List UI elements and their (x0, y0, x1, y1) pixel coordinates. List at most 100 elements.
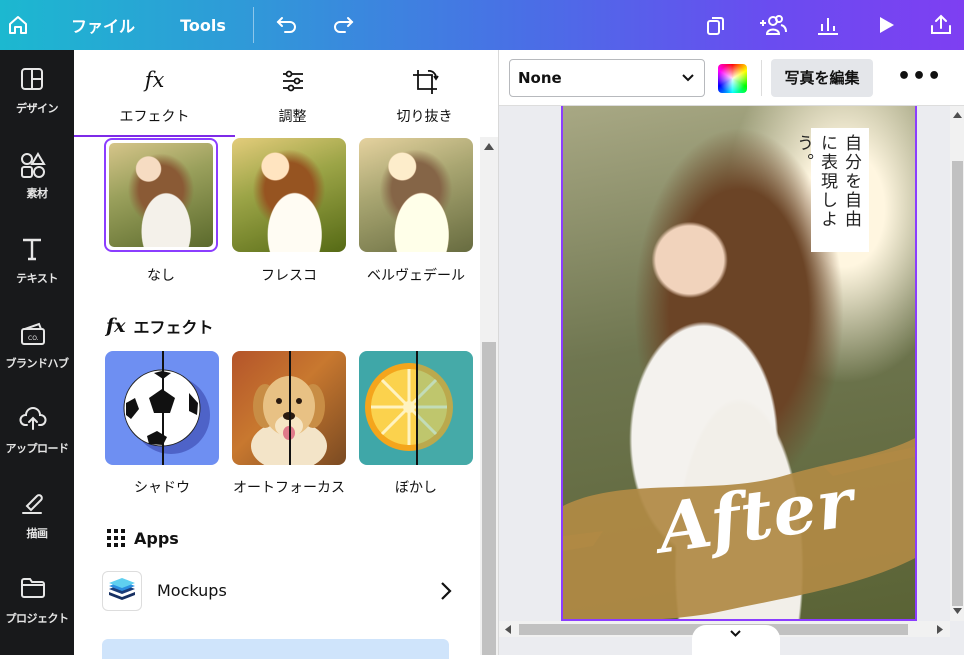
sliders-icon (282, 70, 303, 92)
rail-label: 描画 (26, 527, 49, 540)
effects-section-title: fx エフェクト (106, 314, 214, 338)
scroll-down-arrow-icon[interactable] (953, 608, 962, 614)
effect-thumbnail-blur[interactable] (359, 351, 473, 465)
scroll-left-arrow-icon[interactable] (505, 625, 511, 634)
effect-label-blur: ぼかし (395, 480, 437, 496)
toolbar-divider (761, 60, 762, 96)
scroll-right-arrow-icon[interactable] (937, 625, 943, 634)
effects-title-text: エフェクト (133, 318, 214, 337)
tools-menu[interactable]: Tools (178, 0, 228, 50)
panel-scrollbar[interactable] (480, 137, 498, 655)
color-picker-swatch[interactable] (718, 64, 747, 93)
mockups-icon (102, 571, 142, 611)
layout-icon (21, 68, 43, 90)
design-page[interactable]: 自分を自由に表現しよう。 After (561, 106, 917, 621)
upload-share-icon (931, 14, 951, 34)
rail-item-elements[interactable]: 素材 (0, 135, 74, 220)
home-icon (9, 16, 27, 34)
before-after-divider (289, 351, 291, 465)
draw-icon (22, 494, 43, 514)
effect-preview-image (359, 351, 473, 465)
filter-label-fresco: フレスコ (261, 268, 317, 284)
toolbar-divider (253, 7, 254, 43)
redo-icon (334, 17, 354, 33)
canvas-area: None 写真を編集 ••• 自分を自由に表現しよう。 After (498, 50, 964, 655)
rail-item-brand-hub[interactable]: CO. ブランドハブ (0, 305, 74, 390)
top-bar: ファイル Tools (0, 0, 964, 50)
pages-drawer-toggle[interactable] (692, 625, 780, 655)
undo-icon (276, 17, 296, 33)
scrollbar-thumb[interactable] (952, 161, 963, 606)
tab-label: エフェクト (119, 109, 190, 125)
home-button[interactable] (2, 0, 34, 50)
tab-adjust[interactable]: 調整 (222, 50, 363, 137)
fx-icon: fx (106, 315, 126, 337)
apps-section-title: Apps (106, 528, 179, 548)
more-options-button[interactable]: ••• (897, 64, 942, 89)
upload-icon (19, 407, 47, 430)
rail-item-text[interactable]: テキスト (0, 220, 74, 305)
tab-label: 切り抜き (396, 109, 453, 125)
filter-thumbnail-fresco[interactable] (232, 138, 346, 252)
bar-chart-icon (818, 18, 838, 35)
effect-label-shadow: シャドウ (134, 480, 190, 496)
mockups-app-item[interactable]: Mockups (102, 568, 452, 614)
scroll-up-arrow-icon[interactable] (484, 143, 494, 150)
fx-icon: fx (144, 68, 165, 92)
folder-icon (21, 578, 45, 598)
play-icon (880, 17, 894, 33)
rail-label: プロジェクト (5, 612, 70, 625)
effect-thumbnail-autofocus[interactable] (232, 351, 346, 465)
rail-label: 素材 (26, 187, 49, 200)
scrollbar-thumb[interactable] (482, 342, 496, 655)
rail-label: デザイン (16, 102, 59, 115)
rail-item-uploads[interactable]: アップロード (0, 390, 74, 475)
present-button[interactable] (872, 0, 900, 50)
resize-button[interactable] (700, 0, 730, 50)
canvas-vertical-scrollbar[interactable] (950, 106, 964, 621)
effect-label-autofocus: オートフォーカス (233, 480, 345, 496)
export-button[interactable] (926, 0, 956, 50)
tab-crop[interactable]: 切り抜き (354, 50, 495, 137)
effect-thumbnail-shadow[interactable] (105, 351, 219, 465)
before-after-divider (416, 351, 418, 465)
filter-thumbnail-belvedere[interactable] (359, 138, 473, 252)
text-icon (23, 238, 41, 261)
undo-button[interactable] (272, 0, 302, 50)
filter-preview-image (232, 138, 346, 252)
insights-button[interactable] (814, 0, 842, 50)
copy-pages-icon (707, 17, 724, 35)
font-select[interactable]: None (509, 59, 705, 97)
filter-preview-image (109, 143, 213, 247)
filter-thumbnail-none[interactable] (104, 138, 218, 252)
edit-photo-button[interactable]: 写真を編集 (771, 59, 873, 97)
rail-label: ブランドハブ (5, 357, 70, 370)
share-collaborators-button[interactable] (756, 0, 790, 50)
filter-preview-image (359, 138, 473, 252)
add-people-icon (760, 15, 787, 35)
chevron-right-icon (441, 582, 452, 600)
context-toolbar: None 写真を編集 ••• (499, 50, 964, 106)
filter-label-belvedere: ベルヴェデール (367, 268, 465, 284)
active-tab-indicator (74, 135, 235, 137)
panel-tabs: fx エフェクト 調整 切り抜き (74, 50, 498, 137)
mockups-label: Mockups (157, 581, 227, 600)
rail-item-design[interactable]: デザイン (0, 50, 74, 135)
tab-effects[interactable]: fx エフェクト (84, 50, 225, 137)
before-after-divider (162, 351, 164, 465)
scroll-up-arrow-icon[interactable] (953, 112, 962, 118)
edit-image-panel: fx エフェクト 調整 切り抜き なし フレスコ ベルヴェデール fx エフェク… (74, 50, 498, 659)
chevron-down-icon (730, 630, 741, 637)
file-menu[interactable]: ファイル (68, 0, 138, 50)
effect-preview-image (232, 351, 346, 465)
redo-button[interactable] (328, 0, 358, 50)
promo-card[interactable] (102, 639, 449, 659)
rail-item-projects[interactable]: プロジェクト (0, 560, 74, 645)
rail-label: テキスト (16, 272, 58, 285)
tab-label: 調整 (278, 109, 307, 125)
chevron-down-icon (682, 74, 694, 82)
grid-icon (107, 529, 125, 547)
rail-item-draw[interactable]: 描画 (0, 475, 74, 560)
vertical-caption-text[interactable]: 自分を自由に表現しよう。 (793, 128, 869, 252)
filter-label-none: なし (147, 268, 175, 284)
